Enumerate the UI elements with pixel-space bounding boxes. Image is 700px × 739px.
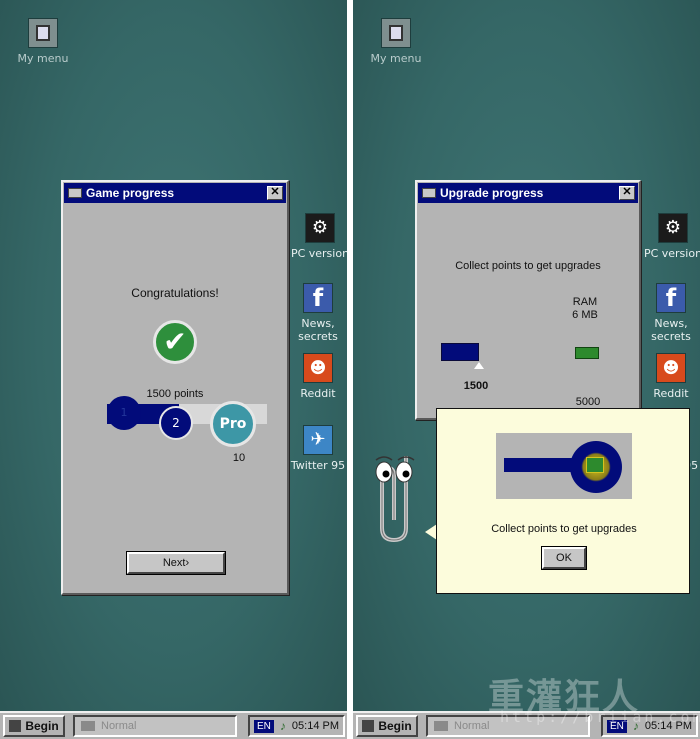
task-window-icon — [81, 721, 95, 731]
watermark-url: http://briian.com — [500, 708, 700, 726]
next-button[interactable]: Next› — [126, 551, 226, 575]
task-label: Normal — [101, 720, 137, 732]
reddit-label: Reddit — [300, 387, 336, 400]
language-indicator[interactable]: EN — [254, 719, 274, 733]
tooltip-text: Collect points to get upgrades — [491, 523, 637, 535]
step-1-circle: 1 — [107, 396, 141, 430]
ram-label: RAM 6 MB — [572, 296, 598, 321]
close-button[interactable]: ✕ — [267, 186, 283, 200]
steam-icon: ⚙ — [658, 213, 688, 243]
reddit-label: Reddit — [653, 387, 689, 400]
speaker-icon[interactable]: ♪ — [280, 719, 286, 733]
steam-icon: ⚙ — [305, 213, 335, 243]
window-icon — [422, 188, 436, 198]
upgrade-message: Collect points to get upgrades — [455, 260, 601, 272]
close-button[interactable]: ✕ — [619, 186, 635, 200]
pc-version-label: PC version — [643, 247, 700, 260]
my-menu-icon — [28, 18, 58, 48]
game-progress-title: Game progress — [86, 186, 175, 200]
task-window-icon — [434, 721, 448, 731]
ram-chip-icon — [575, 347, 599, 359]
pro-count: 10 — [232, 452, 246, 464]
clock: 05:14 PM — [291, 720, 339, 732]
window-icon — [68, 188, 82, 198]
begin-logo-icon — [9, 720, 22, 732]
game-progress-titlebar[interactable]: Game progress ✕ — [64, 183, 286, 203]
twitter-icon: ✈ — [303, 425, 333, 455]
step-pro-circle: Pro — [210, 401, 256, 447]
task-label: Normal — [454, 720, 490, 732]
upgrade-progress-window: Upgrade progress ✕ Collect points to get… — [415, 180, 641, 420]
upgrade-illustration — [496, 433, 632, 499]
reddit-icon: ☻ — [303, 353, 333, 383]
paperclip-assistant-icon[interactable] — [368, 436, 428, 546]
begin-logo-icon — [362, 720, 375, 732]
my-menu-label: My menu — [17, 52, 69, 65]
taskbar-left: Begin Normal EN ♪ 05:14 PM — [0, 711, 347, 739]
begin-label: Begin — [378, 719, 412, 733]
desktop-icon-news[interactable]: f News, secrets — [283, 283, 347, 343]
begin-label: Begin — [25, 719, 59, 733]
pc-version-label: PC version — [290, 247, 347, 260]
ram-chip-icon — [586, 457, 604, 473]
facebook-icon: f — [303, 283, 333, 313]
news-label: News, secrets — [298, 317, 338, 343]
my-menu-label: My menu — [370, 52, 422, 65]
desktop-icon-pc-version[interactable]: ⚙ PC version — [638, 213, 700, 260]
reddit-icon: ☻ — [656, 353, 686, 383]
desktop-icon-pc-version[interactable]: ⚙ PC version — [285, 213, 347, 260]
ok-button[interactable]: OK — [541, 546, 587, 570]
current-points: 1500 — [463, 380, 489, 392]
my-menu-icon — [381, 18, 411, 48]
target-points: 5000 — [575, 396, 601, 408]
desktop-icon-reddit[interactable]: ☻ Reddit — [636, 353, 700, 400]
right-screen: My menu ⚙ PC version f News, secrets ☻ R… — [353, 0, 700, 739]
progress-marker-icon — [474, 362, 484, 369]
checkmark-icon: ✔ — [153, 320, 197, 364]
game-progress-window: Game progress ✕ Congratulations! ✔ 1500 … — [61, 180, 289, 595]
begin-button[interactable]: Begin — [3, 715, 65, 737]
desktop-icon-reddit[interactable]: ☻ Reddit — [283, 353, 347, 400]
congratulations-text: Congratulations! — [131, 286, 219, 300]
upgrade-progress-title: Upgrade progress — [440, 186, 544, 200]
desktop-icon-my-menu[interactable]: My menu — [8, 18, 78, 65]
upgrade-progress-bar — [441, 343, 479, 361]
tooltip-balloon: Collect points to get upgrades OK — [436, 408, 690, 594]
points-text: 1500 points — [146, 388, 204, 400]
desktop-icon-twitter[interactable]: ✈ Twitter 95 — [283, 425, 347, 472]
system-tray: EN ♪ 05:14 PM — [248, 715, 345, 737]
step-2-circle: 2 — [159, 406, 193, 440]
task-button[interactable]: Normal — [73, 715, 237, 737]
left-screen: My menu ⚙ PC version f News, secrets ☻ R… — [0, 0, 347, 739]
desktop-icon-my-menu[interactable]: My menu — [361, 18, 431, 65]
upgrade-progress-titlebar[interactable]: Upgrade progress ✕ — [418, 183, 638, 203]
begin-button[interactable]: Begin — [356, 715, 418, 737]
